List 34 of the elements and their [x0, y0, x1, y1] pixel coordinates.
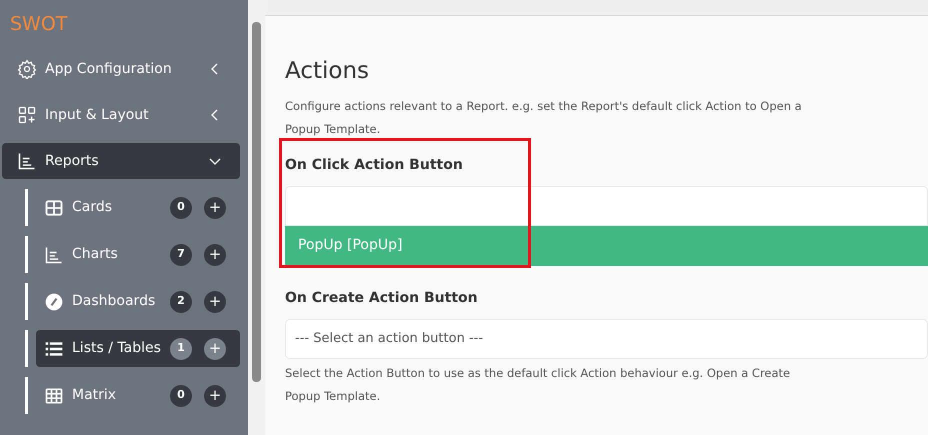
sidebar-subitem[interactable]: Matrix 0 +	[36, 377, 240, 414]
settings-icon	[17, 59, 37, 79]
grid-plus-icon	[17, 105, 37, 125]
bar-chart-icon	[44, 244, 64, 264]
sidebar-subitem[interactable]: Lists / Tables 1 +	[36, 330, 240, 367]
sidebar-subitem[interactable]: Cards 0 +	[36, 189, 240, 226]
sidebar-item[interactable]: Input & Layout	[2, 97, 240, 133]
add-button[interactable]: +	[204, 196, 226, 218]
brand-logo: SWOT	[9, 12, 68, 37]
count-badge: 2	[170, 290, 192, 312]
gauge-icon	[44, 292, 64, 312]
sidebar-item[interactable]: App Configuration	[2, 51, 240, 87]
grid-icon	[44, 198, 64, 218]
page-title: Actions	[285, 57, 370, 86]
scrollbar[interactable]	[248, 0, 265, 435]
select-field[interactable]: --- Select an action button ---	[285, 318, 928, 358]
add-button[interactable]: +	[204, 244, 226, 266]
count-badge: 0	[170, 196, 192, 218]
select-field[interactable]	[285, 186, 928, 226]
table-icon	[44, 386, 64, 406]
add-button[interactable]: +	[204, 338, 226, 360]
add-button[interactable]: +	[204, 290, 226, 312]
add-button[interactable]: +	[204, 384, 226, 406]
sidebar-item[interactable]: Reports	[2, 143, 240, 179]
field-label: On Click Action Button	[285, 156, 464, 174]
sidebar-subitem[interactable]: Dashboards 2 +	[36, 283, 240, 320]
count-badge: 1	[170, 338, 192, 360]
bar-chart-icon	[17, 151, 37, 171]
sidebar-subitem[interactable]: Charts 7 +	[36, 236, 240, 273]
description: Configure actions relevant to a Report. e.g. set the Report's default click Action to Open a Popup Template.	[285, 98, 803, 138]
field-label: On Create Action Button	[285, 288, 479, 308]
count-badge: 0	[170, 384, 192, 406]
help-text: Select the Action Button to use as the default click Action behaviour e.g. Open a Create Popup Template.	[285, 364, 792, 404]
count-badge: 7	[170, 244, 192, 266]
